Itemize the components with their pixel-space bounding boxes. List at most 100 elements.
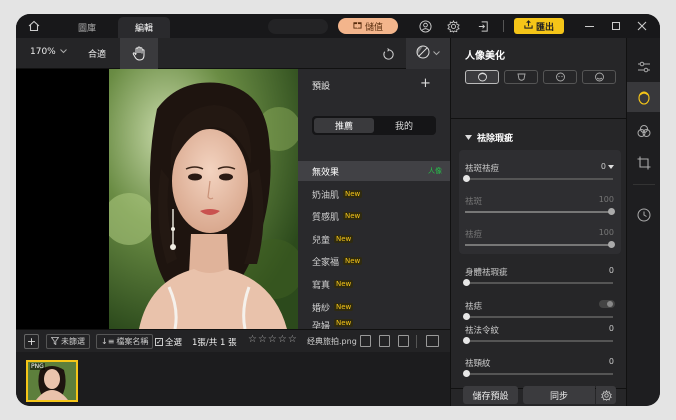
preset-label: 婚紗: [312, 303, 331, 314]
toggle-knob: [607, 301, 613, 307]
image-count: 1張/共 1 張: [192, 338, 237, 348]
tab-edit[interactable]: 編輯: [118, 17, 170, 38]
preset-item[interactable]: 全家福 New: [298, 251, 450, 271]
add-preset-icon[interactable]: +: [420, 76, 431, 91]
preset-item[interactable]: 寫真 New: [298, 274, 450, 294]
preset-label: 孕婦: [312, 322, 331, 329]
grid-view-icon[interactable]: [360, 335, 371, 347]
preset-item[interactable]: 兒童 New: [298, 229, 450, 249]
single-view-icon[interactable]: [379, 335, 390, 347]
new-badge: New: [334, 280, 354, 288]
checkbox-icon: ✓: [155, 338, 163, 346]
slider-knob[interactable]: [463, 279, 470, 286]
history-clock-icon[interactable]: [627, 200, 660, 230]
slider-track[interactable]: [463, 313, 613, 320]
vip-button[interactable]: 儲值: [338, 18, 398, 34]
sort-button[interactable]: ↓≡ 檔案名稱: [96, 334, 154, 349]
caret-down-icon: [608, 164, 614, 169]
chevron-down-icon: [59, 47, 67, 57]
tab-mine[interactable]: 我的: [374, 118, 434, 133]
export-button[interactable]: 匯出: [514, 18, 564, 34]
portrait-beauty-icon[interactable]: [627, 82, 660, 112]
panel-toggle-icon[interactable]: [426, 335, 439, 347]
slider-knob[interactable]: [608, 208, 615, 215]
tab-recommended[interactable]: 推薦: [314, 118, 374, 133]
compare-button[interactable]: [406, 38, 450, 69]
slider-track[interactable]: [463, 279, 613, 286]
slider-value: 100: [598, 228, 614, 237]
face-features-tab[interactable]: [543, 70, 577, 84]
close-icon[interactable]: [634, 18, 650, 34]
tab-gallery[interactable]: 圖庫: [56, 17, 118, 38]
preset-item[interactable]: 孕婦 New: [298, 319, 450, 329]
preset-panel: 預設 + 推薦 我的 無效果 人像 奶油肌 New 質感肌 New 兒童 New…: [298, 69, 450, 329]
slider-track[interactable]: [463, 175, 613, 182]
split-view-icon[interactable]: [398, 335, 409, 347]
toggle-label: 祛痣: [465, 302, 483, 312]
user-icon[interactable]: [417, 18, 433, 34]
section-header[interactable]: 祛除瑕疵: [465, 131, 513, 144]
caret-down-icon: [465, 133, 472, 143]
slider-knob[interactable]: [463, 313, 470, 320]
maximize-icon[interactable]: [608, 18, 624, 34]
slider-value-dropdown[interactable]: 0: [601, 162, 614, 171]
select-all-label: 全選: [165, 338, 183, 348]
sync-button[interactable]: 同步: [523, 386, 595, 404]
slider-track[interactable]: [463, 337, 613, 344]
adjustment-panel: 人像美化 祛除瑕疵 祛斑祛痘 0 祛斑 100 祛痘 100 身體祛瑕疵 0 祛…: [450, 38, 627, 406]
divider: [451, 118, 627, 119]
slider-knob[interactable]: [463, 175, 470, 182]
gift-icon: [353, 20, 362, 32]
slider-label: 祛頸紋: [465, 359, 491, 369]
hand-tool-icon[interactable]: [120, 38, 158, 69]
select-all-checkbox[interactable]: ✓ 全選: [155, 336, 182, 348]
sort-label: 檔案名稱: [116, 337, 149, 346]
face-skin-tab[interactable]: [465, 70, 499, 84]
slider-track[interactable]: [465, 241, 615, 248]
rating-stars[interactable]: ☆☆☆☆☆: [248, 334, 298, 345]
minimize-icon[interactable]: [581, 18, 597, 34]
crop-icon[interactable]: [627, 148, 660, 178]
adjust-sliders-icon[interactable]: [627, 52, 660, 82]
color-circles-icon[interactable]: [627, 116, 660, 146]
slider-label: 祛斑祛痘: [465, 164, 500, 174]
gear-icon[interactable]: [445, 18, 461, 34]
mole-removal-toggle[interactable]: [599, 300, 615, 308]
preset-item[interactable]: 婚紗 New: [298, 297, 450, 317]
preset-label: 全家福: [312, 257, 340, 268]
slider-knob[interactable]: [463, 337, 470, 344]
preset-item[interactable]: 無效果 人像: [298, 161, 450, 181]
slider-value: 0: [608, 324, 614, 333]
fit-button[interactable]: 合適: [88, 47, 106, 60]
new-badge: New: [343, 190, 363, 198]
slider-value: 100: [598, 195, 614, 204]
preset-badge: 人像: [428, 167, 442, 175]
home-icon[interactable]: [26, 18, 42, 34]
preset-item[interactable]: 質感肌 New: [298, 206, 450, 226]
face-makeup-tab[interactable]: [582, 70, 616, 84]
new-badge: New: [343, 257, 363, 265]
slider-knob[interactable]: [608, 241, 615, 248]
zoom-dropdown[interactable]: 170%: [30, 47, 67, 57]
upload-icon: [524, 20, 533, 32]
filmstrip-toolbar: + 未篩選 ↓≡ 檔案名稱 ✓ 全選 1張/共 1 張 ☆☆☆☆☆ 经典旅拍.p…: [16, 329, 450, 352]
filter-button[interactable]: 未篩選: [46, 334, 90, 349]
slider-value: 0: [608, 266, 614, 275]
preset-label: 無效果: [312, 167, 340, 178]
preset-title: 預設: [312, 82, 331, 92]
panel-title: 人像美化: [465, 51, 505, 62]
slider-track[interactable]: [463, 370, 613, 377]
image-thumbnail[interactable]: PNG: [26, 360, 78, 402]
slider-knob[interactable]: [463, 370, 470, 377]
slider-label: 祛痘: [465, 230, 483, 240]
slider-track[interactable]: [465, 208, 615, 215]
save-preset-button[interactable]: 儲存預設: [463, 386, 518, 404]
add-image-button[interactable]: +: [24, 334, 39, 349]
face-shape-tab[interactable]: [504, 70, 538, 84]
preset-item[interactable]: 奶油肌 New: [298, 184, 450, 204]
file-type-tag: PNG: [30, 363, 45, 370]
image-canvas[interactable]: [16, 69, 298, 329]
reset-icon[interactable]: [380, 46, 396, 62]
sync-settings-icon[interactable]: [596, 386, 616, 404]
sign-out-icon[interactable]: [475, 18, 491, 34]
